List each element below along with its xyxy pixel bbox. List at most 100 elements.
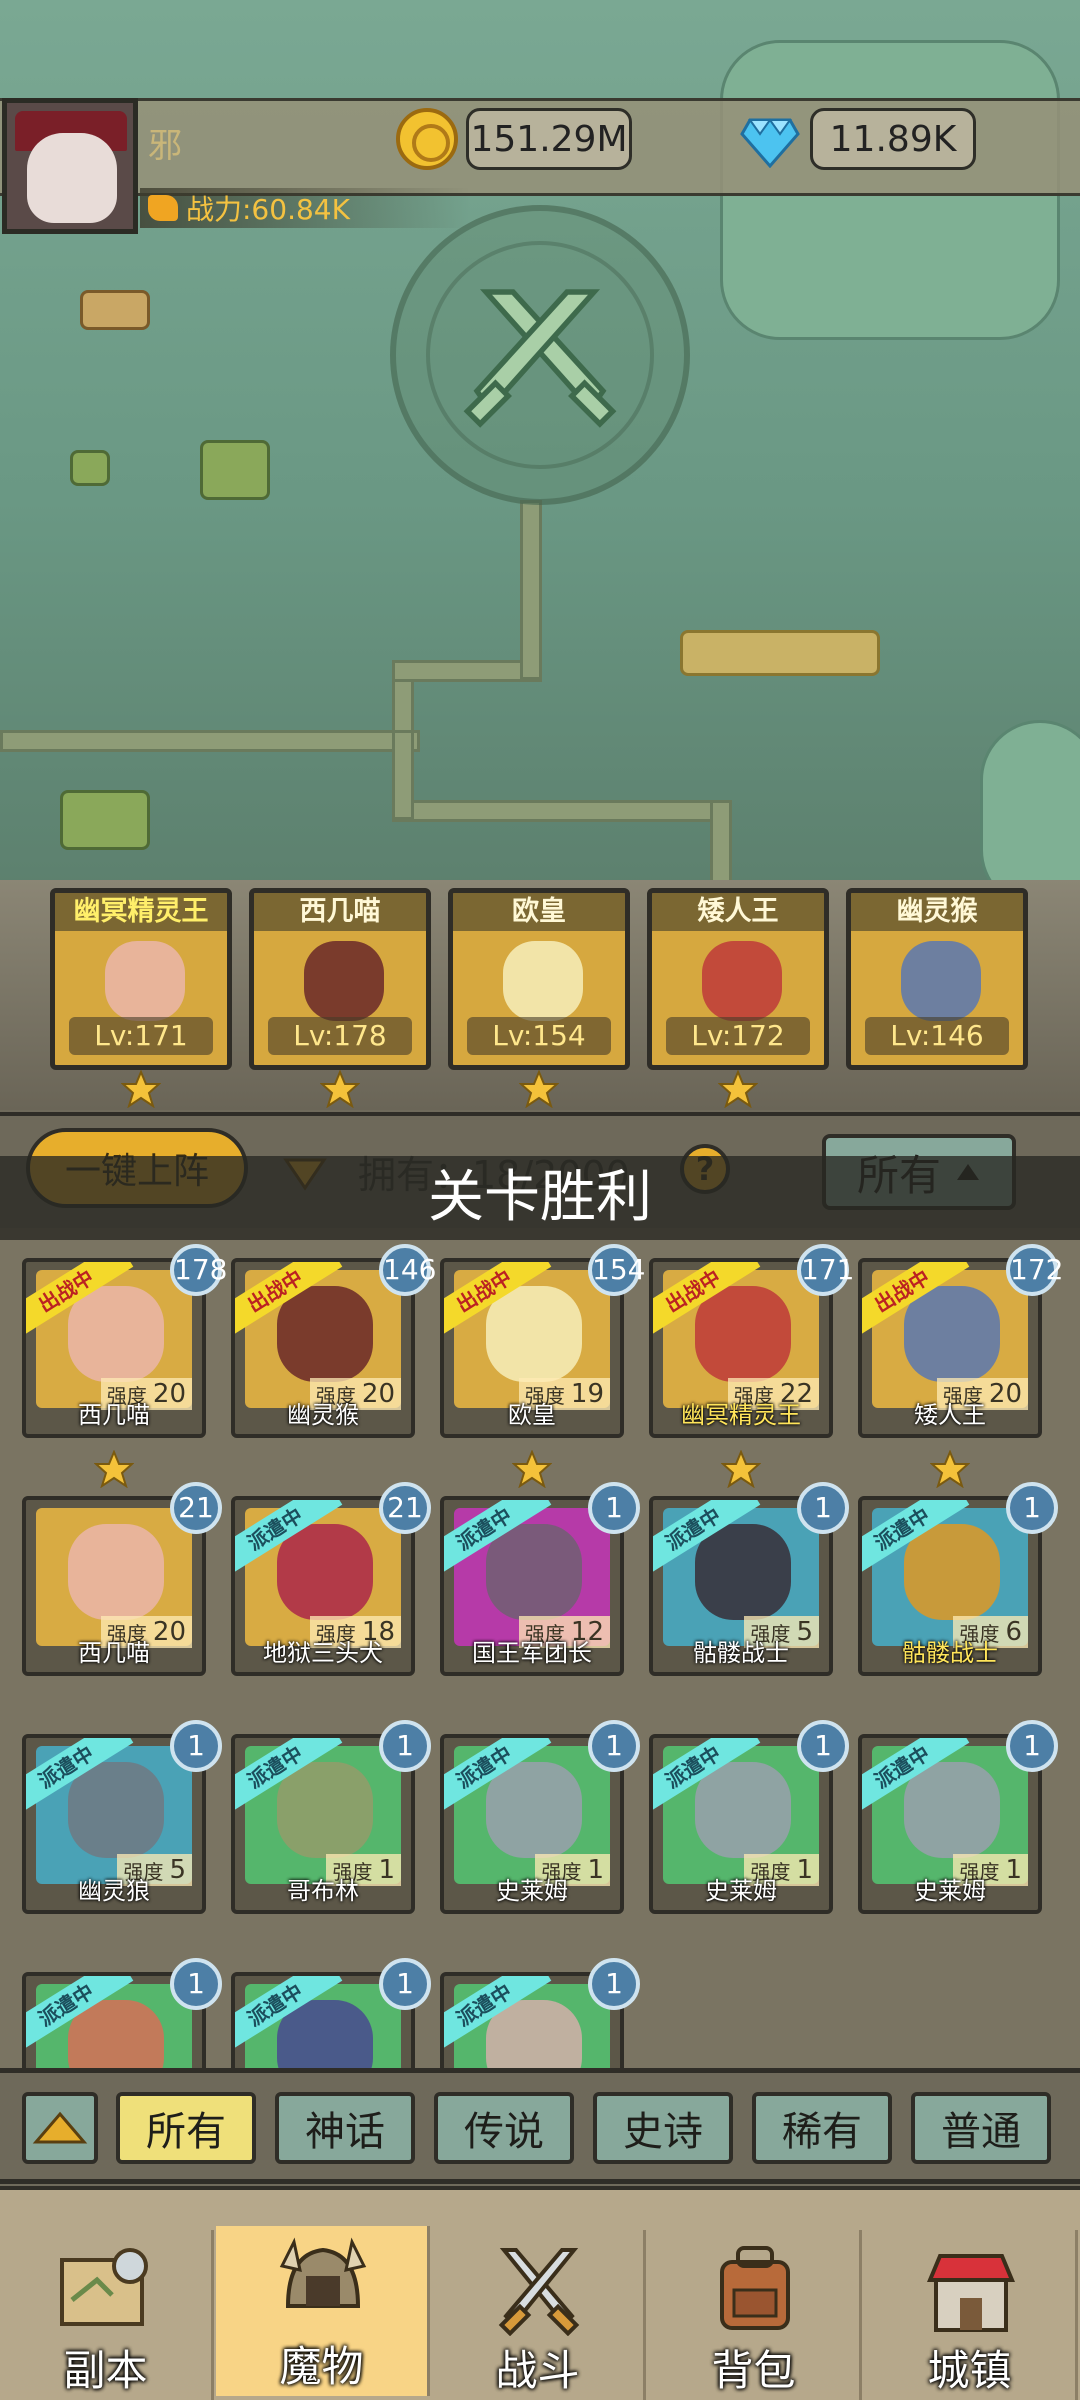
- team-slot[interactable]: 矮人王 Lv:172: [647, 888, 829, 1070]
- team-slot[interactable]: 西几喵 Lv:178: [249, 888, 431, 1070]
- monster-name: 幽灵猴: [287, 1401, 359, 1429]
- level-badge: 1: [379, 1958, 431, 2010]
- star-icon: [930, 1450, 970, 1488]
- level-badge: 1: [170, 1720, 222, 1772]
- level-badge: 1: [1006, 1482, 1058, 1534]
- monster-name: 欧皇: [508, 1401, 556, 1429]
- nav-tab-backpack[interactable]: 背包: [648, 2230, 862, 2400]
- backpack-icon: [720, 2246, 790, 2330]
- rarity-filter-button[interactable]: 神话: [275, 2092, 415, 2164]
- monster-name: 史莱姆: [705, 1877, 777, 1905]
- map-fossil: [680, 630, 880, 676]
- nav-tab-label: 战斗: [495, 2346, 580, 2395]
- level-badge: 1: [588, 1720, 640, 1772]
- crossed-swords-icon: [463, 289, 617, 428]
- team-slot[interactable]: 欧皇 Lv:154: [448, 888, 630, 1070]
- power-icon: [148, 195, 178, 221]
- star-icon: [121, 1070, 161, 1108]
- monster-portrait: [277, 1524, 373, 1620]
- level-badge: 154: [588, 1244, 645, 1296]
- monster-portrait: [904, 1286, 1000, 1382]
- level-badge: 1: [170, 1958, 222, 2010]
- boss-stage-marker[interactable]: [390, 205, 690, 505]
- monster-name: 西几喵: [78, 1639, 150, 1667]
- level-badge: 1: [1006, 1720, 1058, 1772]
- monster-portrait: [68, 1286, 164, 1382]
- map-cloud: [980, 720, 1080, 905]
- combat-power-value: 战力:60.84K: [186, 193, 350, 226]
- monster-portrait: [695, 1524, 791, 1620]
- gem-amount[interactable]: 11.89K: [810, 108, 976, 170]
- monster-name: 史莱姆: [496, 1877, 568, 1905]
- level-badge: 1: [588, 1482, 640, 1534]
- team-slot[interactable]: 幽冥精灵王 Lv:171: [50, 888, 232, 1070]
- level-badge: 21: [170, 1482, 222, 1534]
- star-icon: [519, 1070, 559, 1108]
- level-badge: 1: [379, 1720, 431, 1772]
- nav-tab-monster-helmet[interactable]: 魔物: [216, 2226, 430, 2396]
- monster-helmet-icon: [279, 2237, 367, 2308]
- map-path: [0, 730, 420, 752]
- map-path: [392, 730, 414, 820]
- level-badge: 1: [588, 1958, 640, 2010]
- star-icon: [512, 1450, 552, 1488]
- monster-name: 骷髅战士: [693, 1639, 789, 1667]
- combat-power: 战力:60.84K: [140, 188, 470, 228]
- team-slot-level: Lv:178: [268, 1017, 412, 1055]
- monster-portrait: [277, 1286, 373, 1382]
- team-slot-name: 欧皇: [453, 893, 625, 931]
- nav-tab-label: 副本: [63, 2346, 148, 2395]
- monster-portrait: [901, 941, 981, 1021]
- monster-portrait: [695, 1762, 791, 1858]
- star-icon: [320, 1070, 360, 1108]
- rarity-filter-button[interactable]: 普通: [911, 2092, 1051, 2164]
- team-slot-name: 幽灵猴: [851, 893, 1023, 931]
- map-island[interactable]: [200, 440, 270, 500]
- rarity-filter-button[interactable]: 传说: [434, 2092, 574, 2164]
- nav-tab-label: 城镇: [927, 2346, 1012, 2395]
- monster-portrait: [277, 1762, 373, 1858]
- rarity-filter-button[interactable]: 稀有: [752, 2092, 892, 2164]
- monster-portrait: [486, 1286, 582, 1382]
- nav-tab-label: 背包: [711, 2346, 796, 2395]
- nav-tab-map[interactable]: 副本: [0, 2230, 214, 2400]
- map-path: [710, 800, 732, 890]
- level-badge: 1: [797, 1482, 849, 1534]
- gold-coin-icon: [396, 108, 458, 170]
- crossed-swords-icon: [498, 2248, 580, 2336]
- map-island[interactable]: [70, 450, 110, 486]
- monster-name: 地狱三头犬: [263, 1639, 383, 1667]
- star-icon: [718, 1070, 758, 1108]
- monster-name: 史莱姆: [914, 1877, 986, 1905]
- map-icon: [60, 2248, 148, 2326]
- nav-tab-crossed-swords[interactable]: 战斗: [432, 2230, 646, 2400]
- team-slot[interactable]: 幽灵猴 Lv:146: [846, 888, 1028, 1070]
- monster-name: 西几喵: [78, 1401, 150, 1429]
- monster-portrait: [904, 1762, 1000, 1858]
- nav-tab-town-shop[interactable]: 城镇: [864, 2230, 1078, 2400]
- monster-name: 矮人王: [914, 1401, 986, 1429]
- monster-portrait: [486, 1524, 582, 1620]
- level-badge: 171: [797, 1244, 854, 1296]
- level-badge: 178: [170, 1244, 227, 1296]
- map-path: [392, 800, 732, 822]
- team-slot-level: Lv:154: [467, 1017, 611, 1055]
- monster-name: 幽冥精灵王: [681, 1401, 801, 1429]
- rarity-filter-button[interactable]: 所有: [116, 2092, 256, 2164]
- level-badge: 1: [797, 1720, 849, 1772]
- player-avatar[interactable]: [2, 98, 138, 234]
- monster-name: 哥布林: [287, 1877, 359, 1905]
- team-slot-level: Lv:172: [666, 1017, 810, 1055]
- nav-tab-label: 魔物: [279, 2342, 364, 2391]
- monster-portrait: [486, 1762, 582, 1858]
- map-island[interactable]: [60, 790, 150, 850]
- team-slot-level: Lv:146: [865, 1017, 1009, 1055]
- collapse-button[interactable]: [22, 2092, 98, 2164]
- player-name: 邪: [148, 126, 182, 166]
- map-island[interactable]: [80, 290, 150, 330]
- avatar-face: [27, 133, 117, 223]
- gold-amount[interactable]: 151.29M: [466, 108, 632, 170]
- star-icon: [94, 1450, 134, 1488]
- monster-name: 骷髅战士: [902, 1639, 998, 1667]
- rarity-filter-button[interactable]: 史诗: [593, 2092, 733, 2164]
